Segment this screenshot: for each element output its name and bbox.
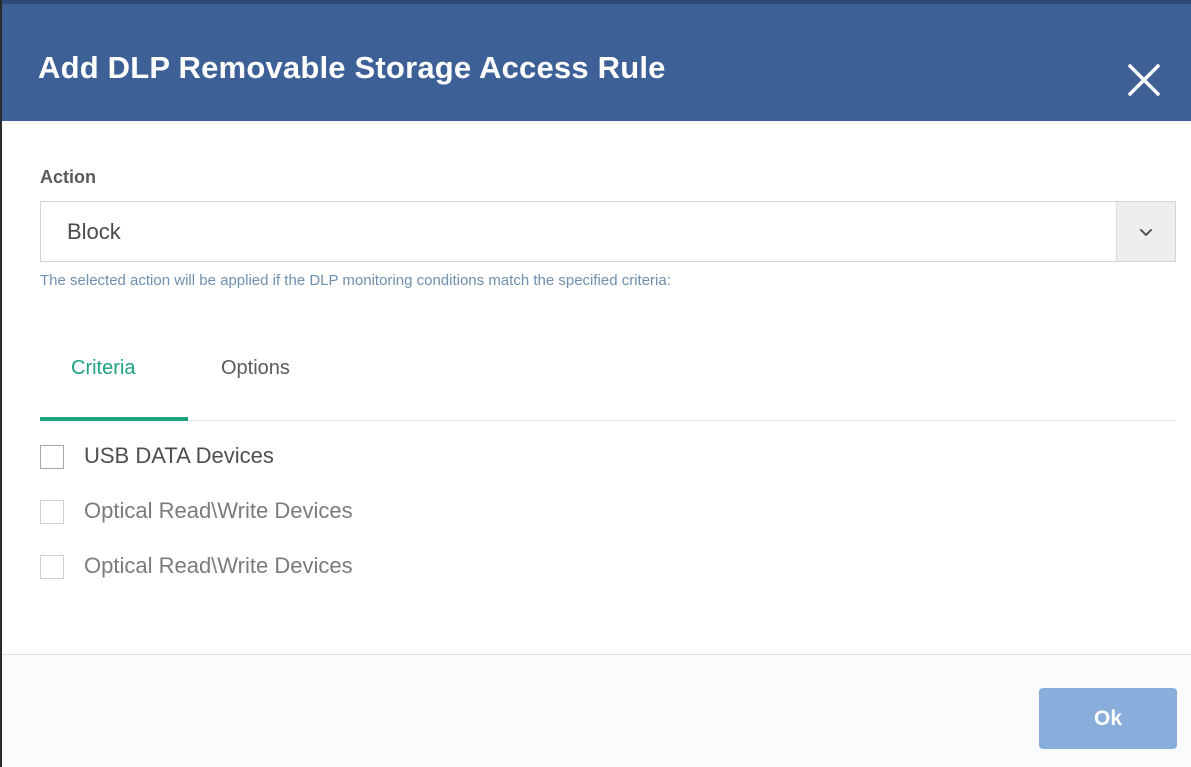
dialog-title: Add DLP Removable Storage Access Rule <box>38 50 666 85</box>
checkbox[interactable] <box>40 500 64 524</box>
tab-bar: Criteria Options <box>40 339 1176 421</box>
checkbox[interactable] <box>40 555 64 579</box>
action-label: Action <box>40 167 96 187</box>
add-dlp-rule-dialog: Add DLP Removable Storage Access Rule Ac… <box>0 0 1191 767</box>
checkbox-label: Optical Read\Write Devices <box>84 498 353 523</box>
checkbox-label: Optical Read\Write Devices <box>84 553 353 578</box>
chevron-down-icon <box>1140 229 1152 236</box>
select-arrow-button[interactable] <box>1116 202 1175 261</box>
close-icon[interactable] <box>1124 60 1164 100</box>
action-help-text: The selected action will be applied if t… <box>40 272 671 289</box>
active-tab-indicator <box>40 417 188 421</box>
tab-criteria[interactable]: Criteria <box>71 357 135 380</box>
checkbox[interactable] <box>40 445 64 469</box>
action-select-value: Block <box>67 219 121 244</box>
dialog-body: Action Block The selected action will be… <box>2 121 1191 654</box>
tab-options[interactable]: Options <box>221 357 290 380</box>
dialog-footer: Ok <box>2 654 1191 767</box>
criteria-item-optical-rw-devices[interactable]: Optical Read\Write Devices <box>40 497 440 527</box>
criteria-item-usb-data-devices[interactable]: USB DATA Devices <box>40 442 340 472</box>
criteria-item-optical-rw-devices-2[interactable]: Optical Read\Write Devices <box>40 552 440 582</box>
dialog-header: Add DLP Removable Storage Access Rule <box>2 0 1191 121</box>
action-select[interactable]: Block <box>40 201 1176 262</box>
ok-button[interactable]: Ok <box>1039 688 1177 749</box>
checkbox-label: USB DATA Devices <box>84 443 274 468</box>
